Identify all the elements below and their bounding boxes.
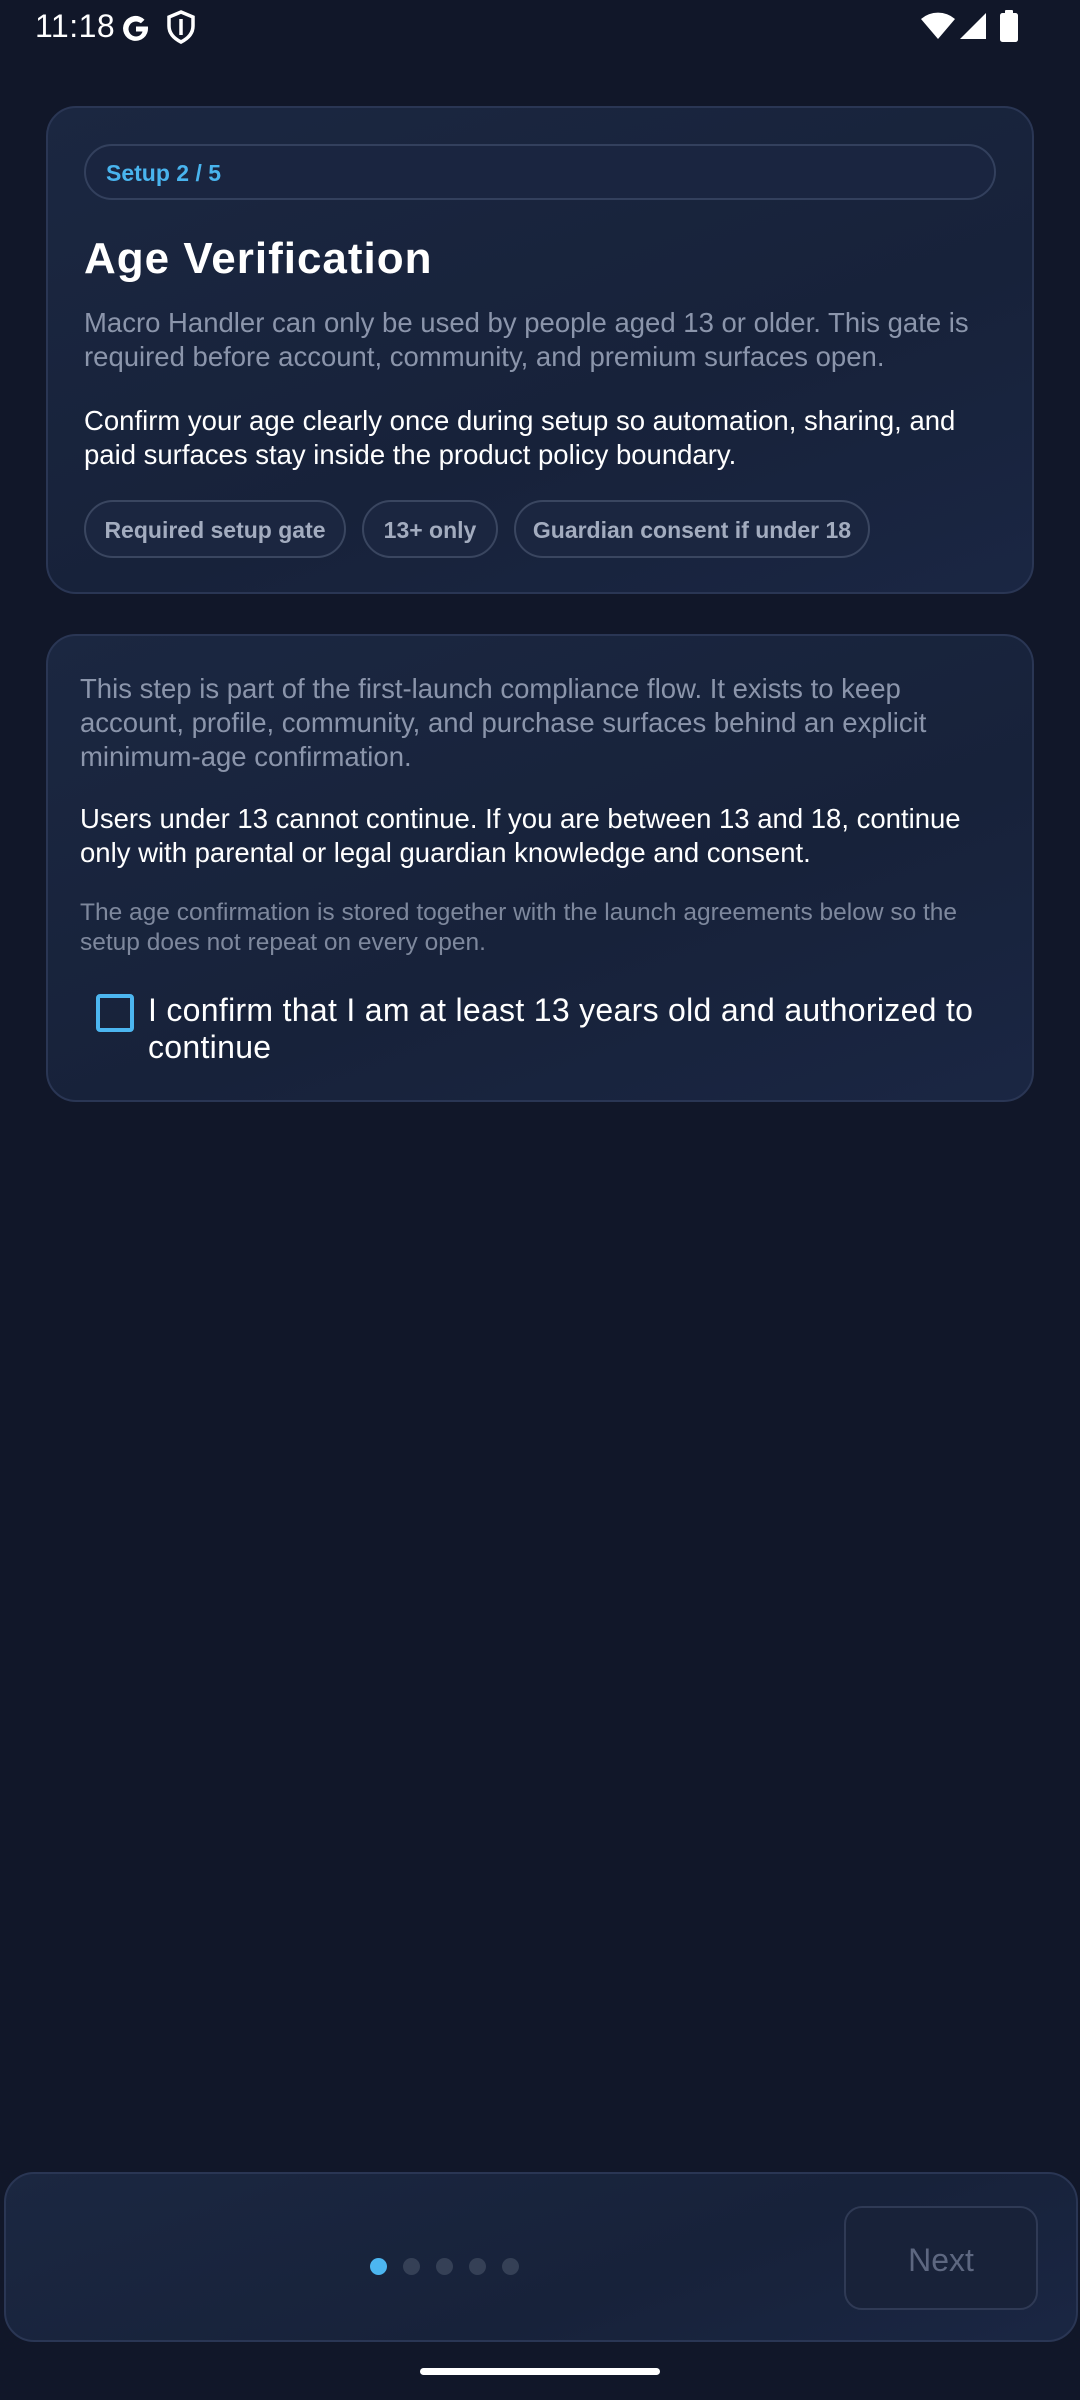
intro-emphasis: Confirm your age clearly once during set… <box>84 405 956 470</box>
chip-required-setup-gate: Required setup gate <box>84 500 346 558</box>
storage-note: The age confirmation is stored together … <box>80 899 958 956</box>
chip-label: Guardian consent if under 18 <box>532 517 852 543</box>
chip-label: Required setup gate <box>104 517 326 543</box>
age-confirmation-label[interactable]: I confirm that I am at least 13 years ol… <box>148 992 1008 1066</box>
compliance-card: This step is part of the first-launch co… <box>46 634 1034 1102</box>
page-indicator-dot-4 <box>469 2258 486 2275</box>
chip-guardian-consent: Guardian consent if under 18 <box>514 500 870 558</box>
next-button[interactable]: Next <box>844 2206 1038 2310</box>
underage-warning: Users under 13 cannot continue. If you a… <box>80 803 961 868</box>
compliance-paragraph: This step is part of the first-launch co… <box>80 673 927 772</box>
next-button-label: Next <box>908 2242 974 2278</box>
step-label: Setup 2 / 5 <box>106 160 222 186</box>
cellular-signal-icon <box>958 12 988 45</box>
chip-13-plus-only: 13+ only <box>362 500 498 558</box>
page-indicator-dot-2 <box>403 2258 420 2275</box>
page-title: Age Verification <box>84 234 433 283</box>
status-bar: 11:18 <box>0 0 1080 56</box>
step-indicator: Setup 2 / 5 <box>84 144 996 200</box>
shield-icon <box>166 10 196 49</box>
home-indicator[interactable] <box>420 2368 660 2375</box>
chip-label: 13+ only <box>383 517 477 543</box>
wifi-icon <box>920 12 956 45</box>
bottom-navigation-bar: Next <box>4 2172 1078 2342</box>
page-indicator-dot-5 <box>502 2258 519 2275</box>
intro-card: Setup 2 / 5 Age Verification Macro Handl… <box>46 106 1034 594</box>
age-confirmation-checkbox[interactable] <box>96 994 134 1032</box>
status-time: 11:18 <box>35 8 116 44</box>
page-indicator-dot-1 <box>370 2258 387 2275</box>
page-indicator-dot-3 <box>436 2258 453 2275</box>
google-icon <box>120 10 152 49</box>
battery-icon <box>1000 10 1018 47</box>
intro-description: Macro Handler can only be used by people… <box>84 307 969 372</box>
